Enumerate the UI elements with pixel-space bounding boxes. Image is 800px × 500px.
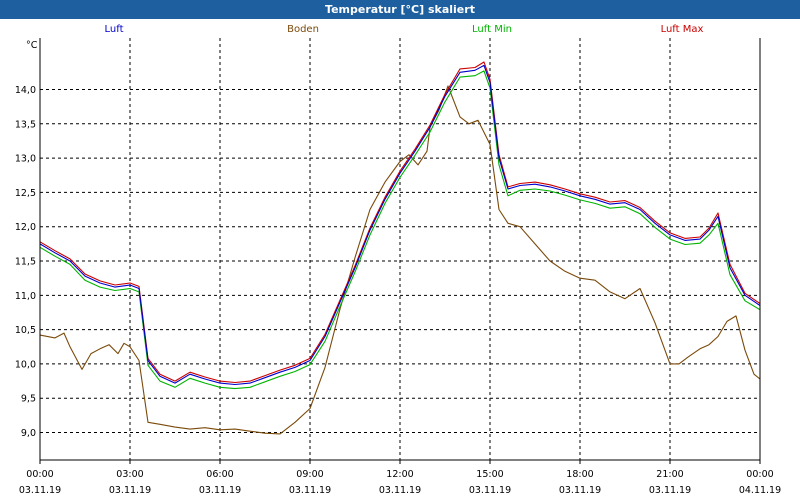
y-tick-label: 9,5	[21, 394, 36, 405]
x-tick-date-label: 03.11.19	[649, 485, 691, 496]
y-tick-label: 14,0	[15, 85, 36, 96]
x-tick-date-label: 03.11.19	[559, 485, 601, 496]
x-tick-time-label: 03:00	[116, 469, 143, 480]
y-tick-label: 12,0	[15, 222, 36, 233]
x-tick-time-label: 00:00	[746, 469, 773, 480]
y-tick-label: 13,5	[15, 119, 36, 130]
y-tick-label: 9,0	[21, 428, 36, 439]
x-tick-date-label: 03.11.19	[289, 485, 331, 496]
x-tick-time-label: 00:00	[26, 469, 53, 480]
x-tick-time-label: 15:00	[476, 469, 503, 480]
x-tick-date-label: 03.11.19	[469, 485, 511, 496]
y-tick-label: 13,0	[15, 154, 36, 165]
x-tick-date-label: 03.11.19	[19, 485, 61, 496]
y-tick-label: 10,5	[15, 325, 36, 336]
x-tick-date-label: 04.11.19	[739, 485, 781, 496]
grid	[40, 38, 760, 460]
x-tick-date-label: 03.11.19	[199, 485, 241, 496]
x-tick-time-label: 18:00	[566, 469, 593, 480]
x-tick-date-label: 03.11.19	[379, 485, 421, 496]
x-tick-time-label: 06:00	[206, 469, 233, 480]
x-tick-time-label: 21:00	[656, 469, 683, 480]
y-tick-label: 10,0	[15, 359, 36, 370]
y-tick-label: 12,5	[15, 188, 36, 199]
x-tick-time-label: 09:00	[296, 469, 323, 480]
x-tick-time-label: 12:00	[386, 469, 413, 480]
y-tick-label: 11,5	[15, 257, 36, 268]
x-tick-date-label: 03.11.19	[109, 485, 151, 496]
y-tick-label: 11,0	[15, 291, 36, 302]
y-axis-unit-label: °C	[26, 40, 38, 51]
chart-plot: 9,0 9,5 10,0 10,5 11,0 11,5 12,0 12,5 13,0 13,5 14…	[15, 38, 781, 496]
